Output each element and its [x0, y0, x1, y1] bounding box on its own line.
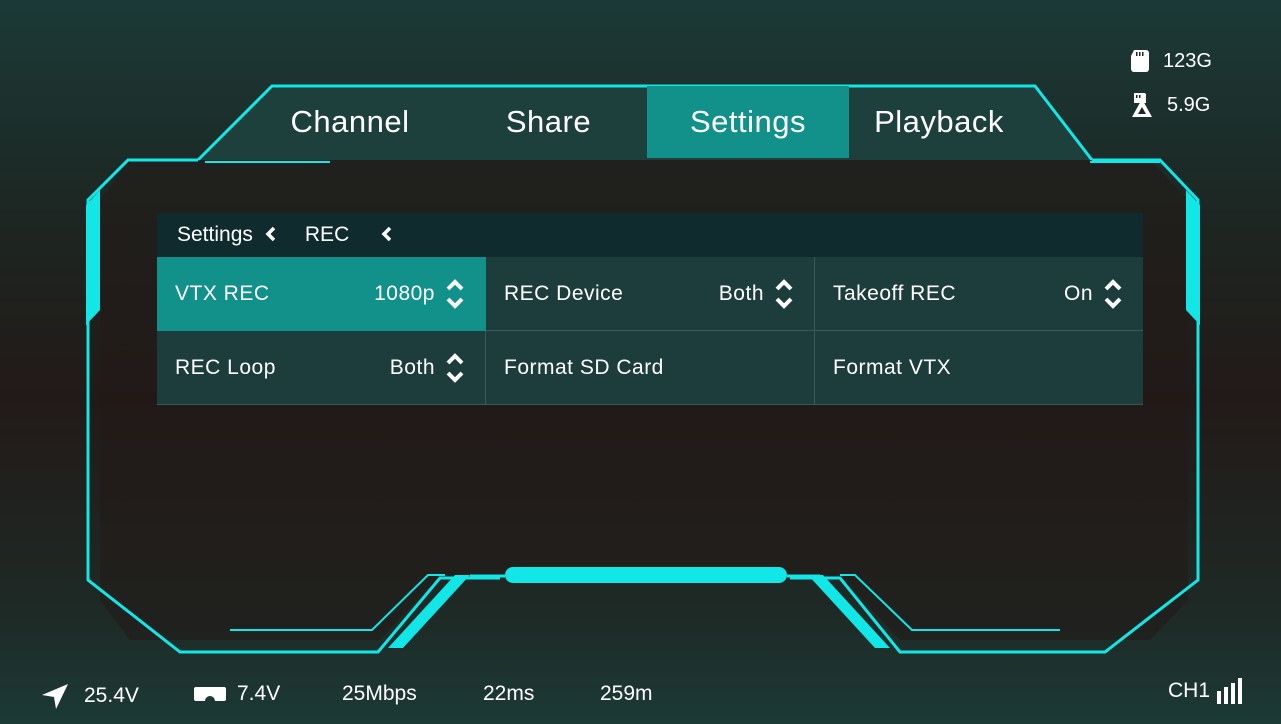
- setting-label: Format VTX: [833, 355, 952, 379]
- setting-value-group: On: [1064, 277, 1125, 311]
- goggles-icon: [194, 687, 226, 701]
- breadcrumb: Settings REC: [157, 213, 1143, 257]
- tab-bar: Channel Share Settings Playback: [250, 86, 1055, 158]
- stepper-icon[interactable]: [772, 277, 796, 311]
- distance: 259m: [600, 682, 653, 706]
- latency-value: 22ms: [483, 682, 535, 705]
- breadcrumb-settings[interactable]: Settings: [177, 222, 277, 248]
- sd-storage: 123G: [1131, 46, 1241, 76]
- setting-value: Both: [718, 281, 764, 305]
- channel-value: CH1: [1168, 679, 1211, 702]
- breadcrumb-label: Settings: [177, 223, 253, 246]
- center-pill: [505, 567, 787, 583]
- sd-storage-value: 123G: [1163, 49, 1212, 72]
- latency: 22ms: [483, 682, 534, 706]
- setting-value: On: [1063, 281, 1093, 305]
- status-bar: 25.4V 7.4V 25Mbps 22ms 259m CH1: [0, 664, 1281, 724]
- stepper-icon[interactable]: [443, 351, 467, 385]
- tab-channel[interactable]: Channel: [250, 86, 450, 158]
- signal-strength-icon: [1217, 678, 1243, 704]
- stepper-icon[interactable]: [1101, 277, 1125, 311]
- bitrate-value: 25Mbps: [342, 682, 417, 705]
- settings-grid: VTX REC 1080p REC Device Both Takeoff RE…: [157, 257, 1143, 405]
- chevron-left-icon: [265, 222, 277, 248]
- tab-share[interactable]: Share: [450, 86, 647, 158]
- setting-label: Takeoff REC: [833, 281, 956, 305]
- setting-value-group: Both: [719, 277, 796, 311]
- storage-indicators: 123G 5.9G: [1131, 46, 1241, 134]
- drone-voltage: 25.4V: [40, 682, 139, 710]
- goggles-voltage: 7.4V: [193, 682, 280, 706]
- setting-value: 1080p: [374, 281, 435, 305]
- setting-takeoff-rec[interactable]: Takeoff REC On: [815, 257, 1143, 331]
- navigation-arrow-icon: [42, 684, 68, 709]
- stepper-icon[interactable]: [443, 277, 467, 311]
- setting-vtx-rec[interactable]: VTX REC 1080p: [157, 257, 486, 331]
- bitrate: 25Mbps: [342, 682, 417, 706]
- goggles-voltage-value: 7.4V: [237, 682, 281, 705]
- breadcrumb-label: REC: [304, 223, 350, 246]
- sd-card-icon: [1131, 50, 1149, 72]
- setting-label: Format SD Card: [504, 355, 664, 379]
- setting-rec-device[interactable]: REC Device Both: [486, 257, 815, 331]
- setting-rec-loop[interactable]: REC Loop Both: [157, 331, 486, 405]
- distance-value: 259m: [600, 682, 653, 705]
- tab-settings[interactable]: Settings: [647, 86, 849, 158]
- breadcrumb-rec[interactable]: REC: [305, 222, 393, 248]
- setting-value-group: 1080p: [374, 277, 467, 311]
- setting-label: VTX REC: [175, 281, 270, 305]
- setting-format-vtx[interactable]: Format VTX: [815, 331, 1143, 405]
- setting-label: REC Loop: [175, 355, 276, 379]
- chevron-left-icon: [381, 222, 393, 248]
- vtx-storage-icon: [1132, 93, 1152, 117]
- tab-playback[interactable]: Playback: [849, 86, 1029, 158]
- vtx-storage-value: 5.9G: [1167, 93, 1211, 116]
- setting-label: REC Device: [504, 281, 624, 305]
- left-accent: [86, 190, 100, 325]
- vtx-storage: 5.9G: [1131, 90, 1241, 120]
- right-accent: [1186, 190, 1200, 325]
- setting-format-sd-card[interactable]: Format SD Card: [486, 331, 815, 405]
- setting-value: Both: [389, 355, 435, 379]
- setting-value-group: Both: [390, 351, 467, 385]
- channel-signal: CH1: [1168, 678, 1244, 704]
- drone-voltage-value: 25.4V: [84, 684, 139, 707]
